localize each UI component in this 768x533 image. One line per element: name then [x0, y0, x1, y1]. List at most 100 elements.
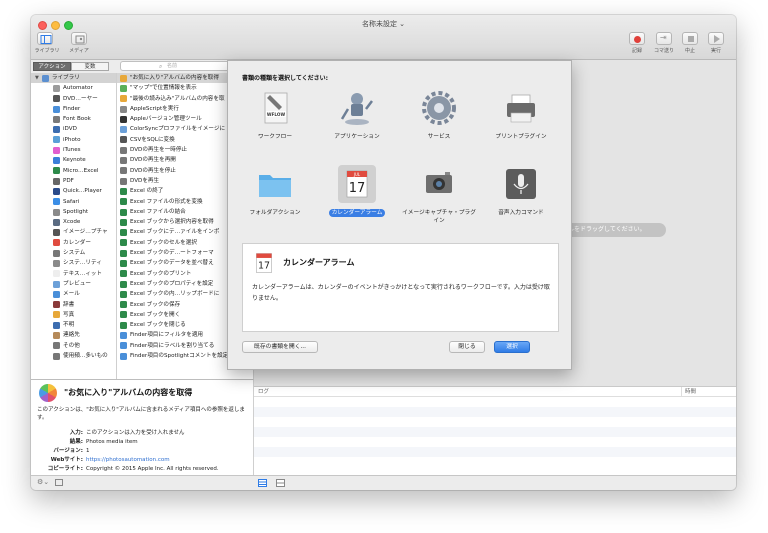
library-item[interactable]: プレビュー [31, 279, 116, 289]
library-item[interactable]: Finder [31, 104, 116, 114]
log-view-icon[interactable] [258, 479, 267, 487]
action-item-icon [120, 311, 127, 319]
tab-actions[interactable]: アクション [33, 62, 71, 71]
open-existing-button[interactable]: 既存の書類を開く... [242, 341, 318, 353]
type-calendar-alarm[interactable]: JUL 17 カレンダーアラーム [318, 163, 396, 233]
search-placeholder: 名前 [167, 63, 178, 69]
stop-button[interactable] [682, 32, 698, 45]
action-item-icon [120, 259, 127, 267]
type-folder-action[interactable]: フォルダアクション [236, 163, 314, 233]
action-item-label: Excel ブックを閉じる [130, 322, 186, 329]
action-item-icon [120, 74, 127, 82]
type-image-capture[interactable]: イメージキャプチャ・プラグイン [400, 163, 478, 233]
action-item-icon [120, 105, 127, 113]
step-button[interactable]: ⇥ [656, 32, 672, 45]
action-item-icon [120, 321, 127, 329]
gear-icon[interactable]: ⚙︎⌄ [37, 478, 49, 486]
log-area: ログ 時間 [254, 386, 736, 475]
library-item-label: 連絡先 [63, 332, 80, 339]
library-item[interactable]: Safari [31, 197, 116, 207]
library-item-icon [53, 177, 60, 185]
tab-variables[interactable]: 変数 [71, 62, 109, 71]
type-print-plugin[interactable]: プリントプラグイン [482, 87, 560, 157]
type-application[interactable]: アプリケーション [318, 87, 396, 157]
type-service[interactable]: サービス [400, 87, 478, 157]
dictation-icon [506, 169, 536, 199]
info-text: カレンダーアラームは、カレンダーのイベントがきっかけとなって実行されるワークフロ… [252, 284, 550, 302]
library-item[interactable]: その他 [31, 341, 116, 351]
service-icon [422, 91, 456, 125]
media-button[interactable] [71, 32, 87, 45]
library-item[interactable]: メール [31, 289, 116, 299]
action-item-label: Excel ファイルの形式を変換 [130, 198, 203, 205]
library-item[interactable]: テキス…ィット [31, 269, 116, 279]
library-item[interactable]: DVD…ーヤー [31, 94, 116, 104]
action-item-label: CSVをSQLに変換 [130, 136, 175, 143]
variable-view-icon[interactable] [276, 479, 285, 487]
library-item[interactable]: 写真 [31, 310, 116, 320]
library-header[interactable]: ▼ ライブラリ [31, 73, 116, 84]
type-workflow-label: ワークフロー [257, 134, 293, 140]
svg-text:WFLOW: WFLOW [267, 112, 286, 117]
action-item-icon [120, 290, 127, 298]
action-item-icon [120, 167, 127, 175]
image-capture-icon [426, 172, 452, 193]
run-icon [714, 35, 720, 43]
choose-button[interactable]: 選択 [494, 341, 530, 353]
action-item-icon [120, 126, 127, 134]
action-item-label: Excel ブックのセルを選択 [130, 239, 197, 246]
library-item[interactable]: PDF [31, 176, 116, 186]
library-item-label: iDVD [63, 126, 77, 133]
calendar-day: 17 [349, 181, 366, 196]
library-item[interactable]: iDVD [31, 124, 116, 134]
action-item-label: DVDの再生を一時停止 [130, 147, 188, 154]
action-item-icon [120, 157, 127, 165]
action-item-icon [120, 218, 127, 226]
action-item-label: Excel ブックを開く [130, 311, 181, 318]
step-label: コマ送り [653, 48, 674, 54]
library-item[interactable]: Micro…Excel [31, 166, 116, 176]
library-item[interactable]: イメージ…プチャ [31, 227, 116, 237]
library-item[interactable]: 連絡先 [31, 330, 116, 340]
library-item-icon [53, 352, 60, 360]
action-item-icon [120, 146, 127, 154]
library-item[interactable]: Quick…Player [31, 186, 116, 196]
library-item-icon [53, 95, 60, 103]
library-item[interactable]: システ…リティ [31, 258, 116, 268]
library-item[interactable]: 使用頻…多いもの [31, 351, 116, 361]
type-folder-action-label: フォルダアクション [249, 210, 301, 216]
library-item[interactable]: 不明 [31, 320, 116, 330]
library-item-icon [53, 259, 60, 267]
library-item[interactable]: Keynote [31, 155, 116, 165]
library-item[interactable]: システム [31, 248, 116, 258]
type-dictation[interactable]: 音声入力コマンド [482, 163, 560, 233]
record-button[interactable] [629, 32, 645, 45]
library-item[interactable]: Automator [31, 83, 116, 93]
run-button[interactable] [708, 32, 724, 45]
library-toggle-button[interactable] [37, 32, 53, 45]
library-item[interactable]: Xcode [31, 217, 116, 227]
step-icon: ⇥ [660, 33, 667, 42]
library-item[interactable]: Font Book [31, 114, 116, 124]
library-item[interactable]: カレンダー [31, 238, 116, 248]
window-title[interactable]: 名称未設定 ⌄ [31, 19, 736, 29]
library-item[interactable]: 辞書 [31, 300, 116, 310]
action-item-label: Excel ブックにテ…ァイルをインポ [130, 229, 220, 236]
library-item-icon [53, 290, 60, 298]
type-workflow[interactable]: WFLOW ワークフロー [236, 87, 314, 157]
library-item[interactable]: Spotlight [31, 207, 116, 217]
library-item[interactable]: iPhoto [31, 135, 116, 145]
library-item-label: Safari [63, 198, 80, 205]
meta-version: バージョン: 1 [53, 448, 90, 454]
library-item-label: 辞書 [63, 301, 75, 308]
website-link[interactable]: https://photosautomation.com [86, 457, 170, 463]
action-item-icon [120, 84, 127, 92]
library-item-label: システム [63, 250, 86, 257]
library-item-label: iPhoto [63, 136, 81, 143]
library-item-icon [53, 187, 60, 195]
library-item-icon [53, 115, 60, 123]
library-item-icon [53, 311, 60, 319]
description-toggle-icon[interactable] [55, 479, 63, 486]
close-button[interactable]: 閉じる [449, 341, 485, 353]
library-item[interactable]: iTunes [31, 145, 116, 155]
